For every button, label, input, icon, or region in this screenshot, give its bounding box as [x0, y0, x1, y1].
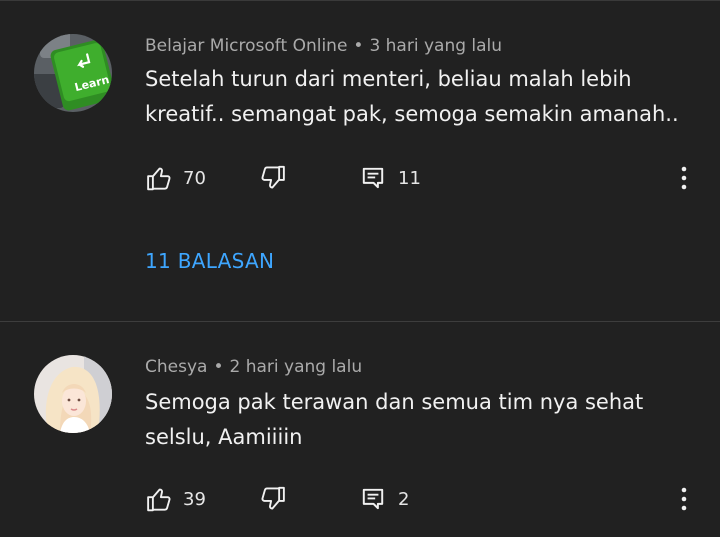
- timestamp[interactable]: 3 hari yang lalu: [369, 36, 502, 56]
- dislike-button[interactable]: [257, 163, 287, 193]
- comment-meta: Chesya • 2 hari yang lalu: [145, 357, 362, 377]
- comment-text: Semoga pak terawan dan semua tim nya seh…: [145, 390, 644, 449]
- reply-count: 11: [398, 167, 421, 189]
- like-count: 39: [183, 488, 206, 510]
- dislike-button[interactable]: [257, 484, 287, 514]
- timestamp[interactable]: 2 hari yang lalu: [229, 357, 362, 377]
- reply-button[interactable]: 11: [360, 163, 421, 193]
- person-photo-avatar-icon: [34, 355, 112, 433]
- thumb-up-icon: [147, 488, 171, 512]
- thumb-down-icon: [261, 486, 285, 510]
- reply-count: 2: [398, 488, 410, 510]
- comment-text: Setelah turun dari menteri, beliau malah…: [145, 67, 679, 126]
- reply-button[interactable]: 2: [360, 484, 409, 514]
- more-vertical-icon: [681, 487, 687, 511]
- thumb-up-icon: [147, 167, 171, 191]
- author-name[interactable]: Belajar Microsoft Online: [145, 36, 347, 56]
- more-options-button[interactable]: [675, 484, 693, 514]
- separator-dot: •: [213, 357, 224, 377]
- comment-item: Chesya • 2 hari yang lalu Semoga pak teraw…: [0, 322, 720, 537]
- like-count: 70: [183, 167, 206, 189]
- like-button[interactable]: 70: [145, 163, 206, 193]
- view-replies-link[interactable]: 11 BALASAN: [145, 249, 274, 273]
- like-button[interactable]: 39: [145, 484, 206, 514]
- avatar[interactable]: Learn: [34, 34, 112, 112]
- comment-actions: 39 2: [145, 484, 705, 514]
- avatar[interactable]: [34, 355, 112, 433]
- reply-icon: [362, 488, 384, 510]
- comment-item: Learn Belajar Microsoft Online • 3 hari ya…: [0, 0, 720, 321]
- comment-meta: Belajar Microsoft Online • 3 hari yang lal…: [145, 36, 502, 56]
- author-name[interactable]: Chesya: [145, 357, 207, 377]
- learn-key-avatar-icon: Learn: [34, 34, 112, 112]
- more-options-button[interactable]: [675, 163, 693, 193]
- more-vertical-icon: [681, 166, 687, 190]
- thumb-down-icon: [261, 165, 285, 189]
- separator-dot: •: [353, 36, 364, 56]
- comment-actions: 70 11: [145, 163, 705, 193]
- reply-icon: [362, 167, 384, 189]
